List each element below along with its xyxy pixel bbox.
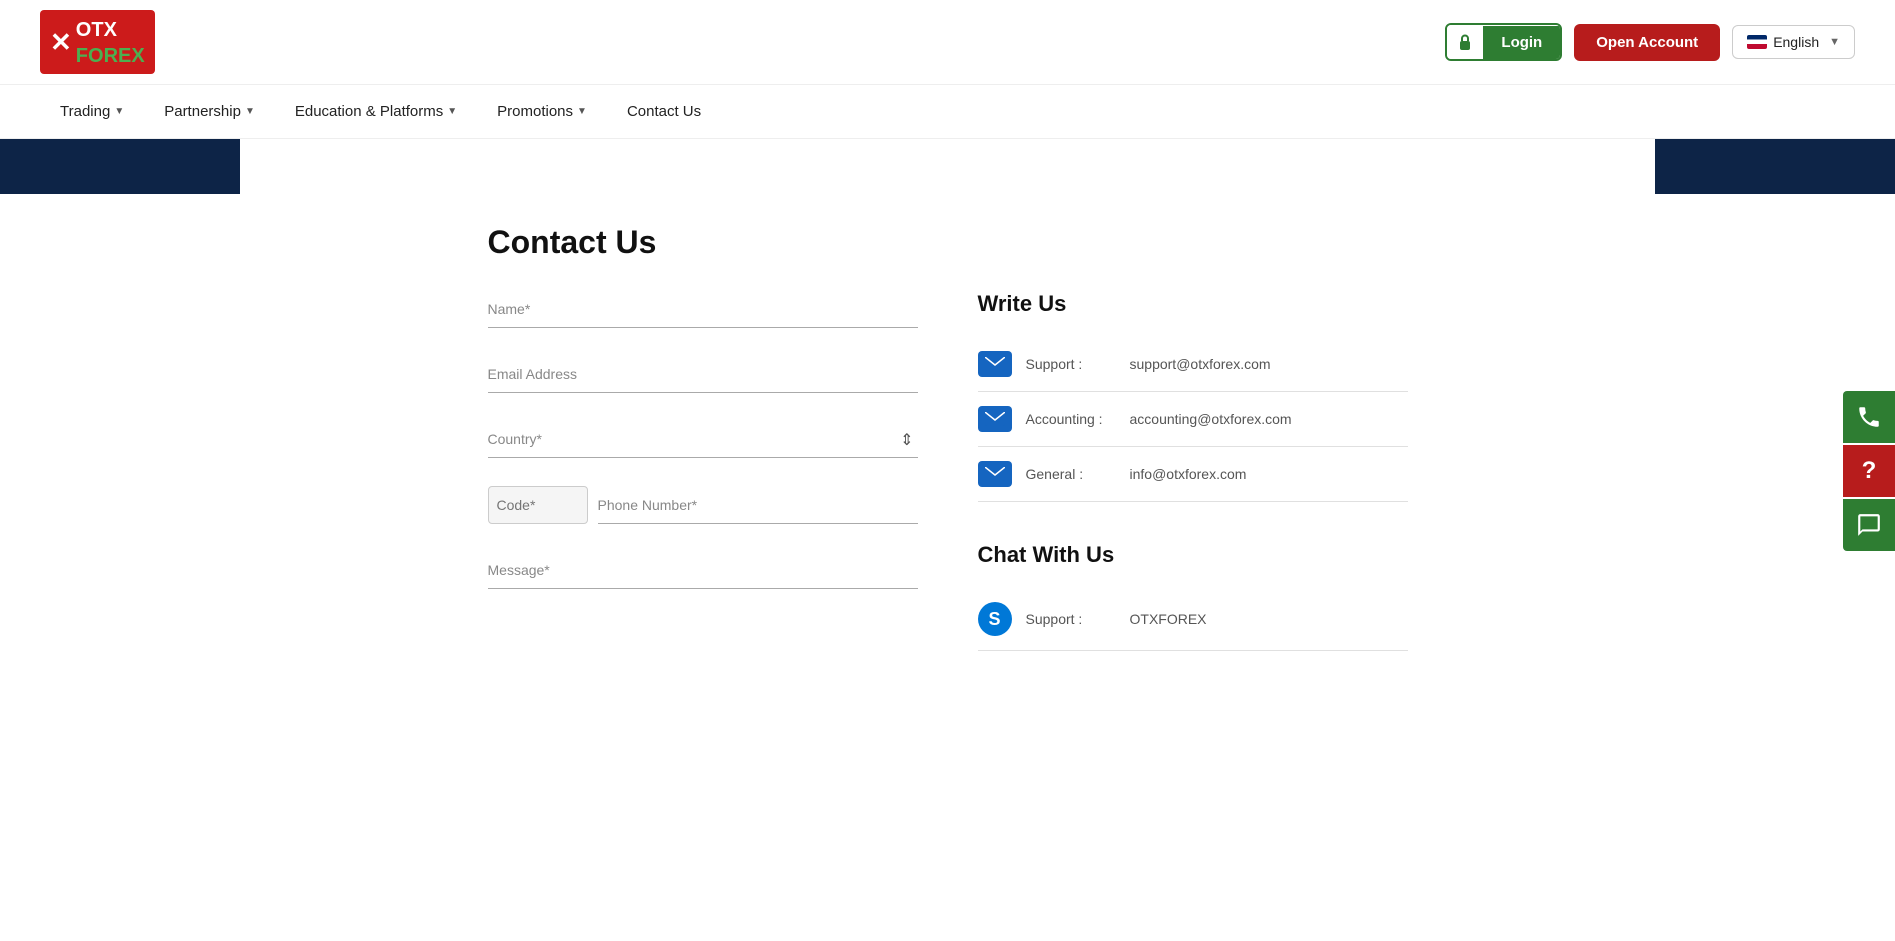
chat-row-support: S Support : OTXFOREX xyxy=(978,588,1408,651)
support-email: support@otxforex.com xyxy=(1130,356,1271,372)
nav-education-label: Education & Platforms xyxy=(295,103,443,120)
mail-icon xyxy=(978,461,1012,487)
chat-us-title: Chat With Us xyxy=(978,542,1408,568)
mail-icon xyxy=(978,406,1012,432)
mail-icon xyxy=(978,351,1012,377)
page-title: Contact Us xyxy=(488,224,1408,261)
accounting-email: accounting@otxforex.com xyxy=(1130,411,1292,427)
nav-item-trading[interactable]: Trading ▼ xyxy=(40,85,144,138)
country-select[interactable]: Country* xyxy=(488,421,918,458)
phone-field-group xyxy=(488,486,918,524)
hero-banner-inner xyxy=(240,139,1655,194)
contact-row-accounting: Accounting : accounting@otxforex.com xyxy=(978,392,1408,447)
language-label: English xyxy=(1773,34,1819,50)
nav-item-promotions[interactable]: Promotions ▼ xyxy=(477,85,607,138)
email-field-group xyxy=(488,356,918,393)
name-field-group xyxy=(488,291,918,328)
main-content: Contact Us Country* ⇕ xyxy=(248,194,1648,681)
floating-phone-button[interactable] xyxy=(1843,391,1895,443)
chat-section: Chat With Us S Support : OTXFOREX xyxy=(978,542,1408,651)
language-selector[interactable]: English ▼ xyxy=(1732,25,1855,59)
header-right: Login Open Account English ▼ xyxy=(1445,23,1855,61)
nav-item-partnership[interactable]: Partnership ▼ xyxy=(144,85,275,138)
hero-banner xyxy=(0,139,1895,194)
email-input[interactable] xyxy=(488,356,918,393)
contact-row-support: Support : support@otxforex.com xyxy=(978,337,1408,392)
question-icon: ? xyxy=(1862,457,1877,485)
login-label: Login xyxy=(1483,26,1560,59)
contact-form: Country* ⇕ xyxy=(488,291,918,617)
floating-help-button[interactable]: ? xyxy=(1843,445,1895,497)
nav-contact-label: Contact Us xyxy=(627,103,701,120)
message-input[interactable] xyxy=(488,552,918,589)
accounting-label: Accounting : xyxy=(1026,411,1116,427)
chat-support-value: OTXFOREX xyxy=(1130,611,1207,627)
phone-number-input[interactable] xyxy=(598,486,918,524)
chevron-down-icon: ▼ xyxy=(1829,36,1840,48)
logo-otx-text: OTX xyxy=(76,19,117,41)
chevron-down-icon: ▼ xyxy=(245,106,255,117)
header: ✕ OTX FOREX Login Open Account English ▼ xyxy=(0,0,1895,85)
write-us-title: Write Us xyxy=(978,291,1408,317)
logo-forex-text: FOREX xyxy=(76,45,145,67)
login-button[interactable]: Login xyxy=(1445,23,1562,61)
support-label: Support : xyxy=(1026,356,1116,372)
nav-item-education[interactable]: Education & Platforms ▼ xyxy=(275,85,477,138)
skype-icon: S xyxy=(978,602,1012,636)
flag-icon xyxy=(1747,35,1767,49)
floating-buttons: ? xyxy=(1843,391,1895,551)
navigation: Trading ▼ Partnership ▼ Education & Plat… xyxy=(0,85,1895,139)
chat-support-label: Support : xyxy=(1026,611,1116,627)
content-grid: Country* ⇕ Write Us xyxy=(488,291,1408,651)
nav-partnership-label: Partnership xyxy=(164,103,241,120)
phone-code-input[interactable] xyxy=(488,486,588,524)
floating-chat-button[interactable] xyxy=(1843,499,1895,551)
contact-row-general: General : info@otxforex.com xyxy=(978,447,1408,502)
chevron-down-icon: ▼ xyxy=(114,106,124,117)
nav-item-contact[interactable]: Contact Us xyxy=(607,85,721,138)
logo-x-icon: ✕ xyxy=(50,27,72,58)
country-select-wrapper: Country* ⇕ xyxy=(488,421,918,458)
chevron-down-icon: ▼ xyxy=(577,106,587,117)
name-input[interactable] xyxy=(488,291,918,328)
nav-promotions-label: Promotions xyxy=(497,103,573,120)
message-field-group xyxy=(488,552,918,589)
general-label: General : xyxy=(1026,466,1116,482)
logo[interactable]: ✕ OTX FOREX xyxy=(40,10,155,74)
nav-trading-label: Trading xyxy=(60,103,110,120)
chevron-down-icon: ▼ xyxy=(447,106,457,117)
open-account-button[interactable]: Open Account xyxy=(1574,24,1720,61)
general-email: info@otxforex.com xyxy=(1130,466,1247,482)
country-field-group: Country* ⇕ xyxy=(488,421,918,458)
lock-icon xyxy=(1447,25,1483,59)
contact-info: Write Us Support : support@otxforex.com xyxy=(978,291,1408,651)
